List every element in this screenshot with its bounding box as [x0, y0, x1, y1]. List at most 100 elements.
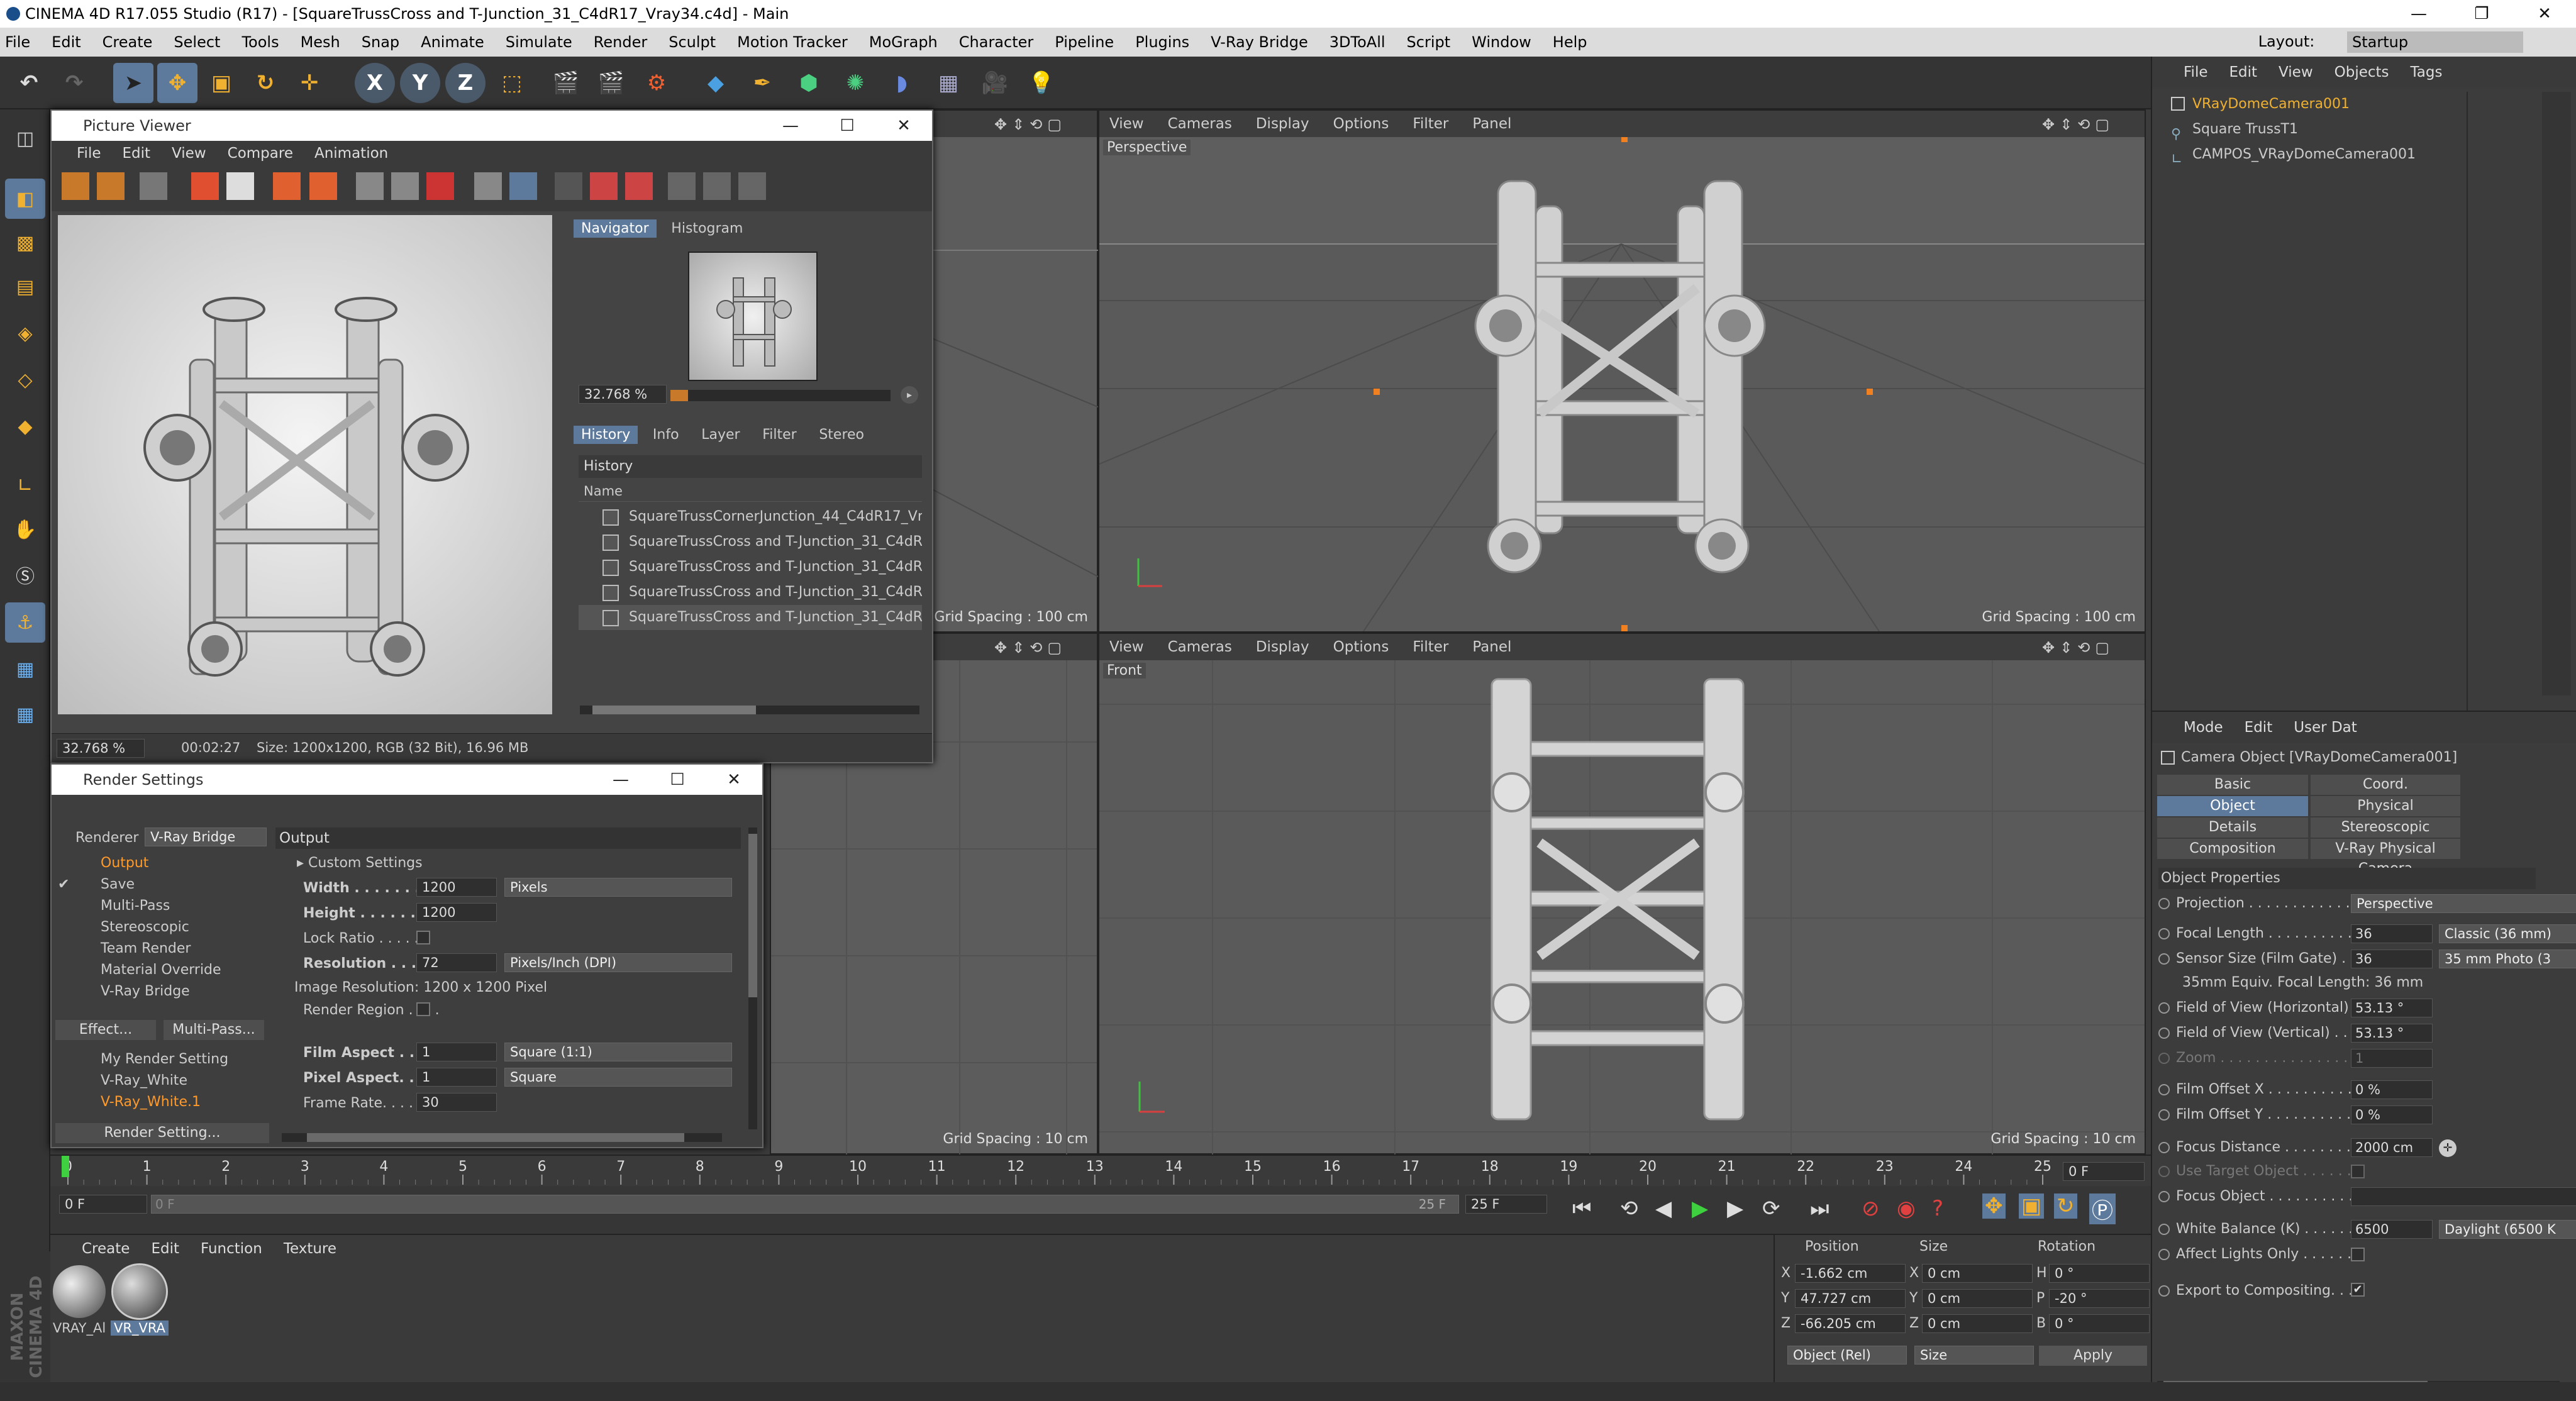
region-icon[interactable] [191, 172, 219, 200]
rs-item-vray-bridge[interactable]: V-Ray Bridge [52, 981, 272, 1002]
mm-menu-edit[interactable]: Edit [151, 1241, 179, 1257]
preset-vray-white-1[interactable]: V-Ray_White.1 [52, 1092, 272, 1113]
timeline-ruler[interactable]: 0123456789101112131415161718192021222324… [50, 1155, 2151, 1186]
rs-scrollbar[interactable] [282, 1133, 722, 1142]
vp-front-menu-view[interactable]: View [1109, 639, 1144, 655]
pick-icon[interactable]: ✛ [2439, 1139, 2457, 1157]
prev-frame-icon[interactable]: ◀ [1655, 1196, 1672, 1221]
vp-menu-options[interactable]: Options [1333, 116, 1389, 132]
next-frame-icon[interactable]: ▶ [1727, 1196, 1743, 1221]
pv-menu-file[interactable]: File [77, 145, 101, 162]
rs-vscrollbar-thumb[interactable] [748, 834, 757, 997]
tab-navigator[interactable]: Navigator [574, 219, 657, 238]
paste-icon[interactable] [309, 172, 337, 200]
position-x-field[interactable]: -1.662 cm [1795, 1264, 1906, 1283]
resolution-units-dropdown[interactable]: Pixels/Inch (DPI) [504, 953, 732, 972]
tab-histogram[interactable]: Histogram [663, 219, 750, 238]
camera-icon[interactable]: 🎥 [975, 63, 1015, 103]
picture-viewer-titlebar[interactable]: Picture Viewer — ☐ ✕ [52, 111, 932, 141]
render-region-checkbox[interactable] [416, 1002, 430, 1016]
rotation-p-field[interactable]: -20 ° [2049, 1289, 2150, 1308]
units-dropdown[interactable]: Pixels [504, 878, 732, 897]
keyframe-dot[interactable] [2158, 953, 2170, 965]
channel-icon[interactable] [474, 172, 502, 200]
focus-distance-field[interactable]: 2000 cm [2351, 1138, 2433, 1157]
menu-character[interactable]: Character [959, 33, 1034, 51]
fov-horizontal-field[interactable]: 53.13 ° [2351, 999, 2433, 1017]
ab-icon[interactable] [555, 172, 582, 200]
pv-maximize-button[interactable]: ☐ [819, 111, 875, 141]
nav-icons[interactable]: ✥⇕⟲▢ [2042, 639, 2114, 656]
render-picture-viewer-icon[interactable]: 🎬 [591, 63, 631, 103]
height-field[interactable]: 1200 [416, 903, 497, 922]
compare-b-icon[interactable] [391, 172, 419, 200]
key-position-icon[interactable]: ✥ [1982, 1193, 2006, 1219]
white-balance-field[interactable]: 6500 [2351, 1220, 2433, 1239]
affect-lights-checkbox[interactable] [2351, 1248, 2365, 1261]
vp-front-menu-cameras[interactable]: Cameras [1168, 639, 1232, 655]
menu-3dtoall[interactable]: 3DToAll [1330, 33, 1385, 51]
menu-select[interactable]: Select [174, 33, 220, 51]
list-item[interactable]: SquareTrussCross and T-Junction_31_C4dR1… [579, 555, 922, 580]
tab-stereo[interactable]: Stereo [811, 426, 872, 444]
tab-object[interactable]: Object [2157, 796, 2308, 816]
tab-coord[interactable]: Coord. [2311, 775, 2460, 795]
undo-icon[interactable]: ↶ [9, 63, 49, 103]
workplane-grid-icon[interactable]: ▦ [5, 649, 45, 689]
layout-selector[interactable]: Layout: Startup [2258, 31, 2545, 53]
mm-menu-function[interactable]: Function [201, 1241, 262, 1257]
vp-front-menu-display[interactable]: Display [1256, 639, 1309, 655]
floor-icon[interactable]: ▦ [928, 63, 969, 103]
zoom-arrow-icon[interactable]: ▸ [901, 386, 918, 404]
viewport-perspective[interactable]: View Cameras Display Options Filter Pane… [1098, 109, 2146, 633]
projection-dropdown[interactable]: Perspective [2351, 894, 2576, 913]
go-to-end-icon[interactable]: ⏭ [1810, 1196, 1829, 1221]
texture-mode-icon[interactable]: ▩ [5, 223, 45, 263]
go-to-start-icon[interactable]: ⏮ [1572, 1196, 1592, 1221]
vp-menu-filter[interactable]: Filter [1413, 116, 1448, 132]
pv-menu-edit[interactable]: Edit [123, 145, 151, 162]
om-menu-file[interactable]: File [2184, 64, 2208, 80]
stop-icon[interactable] [226, 172, 254, 200]
keyframe-dot[interactable] [2158, 898, 2170, 909]
material-swatch[interactable] [53, 1265, 106, 1318]
sensor-size-preset[interactable]: 35 mm Photo (3 [2439, 950, 2576, 968]
menu-mograph[interactable]: MoGraph [869, 33, 938, 51]
rs-minimize-button[interactable]: — [592, 765, 649, 795]
tweak-icon[interactable]: ✋ [5, 509, 45, 550]
zoom-slider[interactable] [670, 390, 891, 401]
polygons-mode-icon[interactable]: ◆ [5, 406, 45, 446]
rotation-b-field[interactable]: 0 ° [2049, 1314, 2150, 1333]
pv-close-button[interactable]: ✕ [875, 111, 932, 141]
pixel-aspect-dropdown[interactable]: Square [504, 1068, 732, 1087]
list-item[interactable]: SquareTrussCross and T-Junction_31_C4dR1… [579, 580, 922, 605]
layout-dropdown[interactable]: Startup [2347, 31, 2523, 53]
lock-ratio-checkbox[interactable] [416, 931, 430, 944]
menu-script[interactable]: Script [1407, 33, 1451, 51]
navigator-thumbnail[interactable] [688, 252, 818, 381]
menu-tools[interactable]: Tools [242, 33, 279, 51]
rs-item-multipass[interactable]: Multi-Pass [52, 895, 272, 917]
copy-icon[interactable] [273, 172, 301, 200]
rs-item-save[interactable]: ✔ Save [52, 874, 272, 895]
rotation-h-field[interactable]: 0 ° [2049, 1264, 2150, 1283]
preset-vray-white[interactable]: V-Ray_White [52, 1070, 272, 1092]
solo-icon[interactable]: Ⓢ [5, 555, 45, 595]
sensor-size-field[interactable]: 36 [2351, 950, 2433, 968]
menu-file[interactable]: File [5, 33, 30, 51]
snap-icon[interactable]: ⚓ [5, 602, 45, 643]
rs-item-material-override[interactable]: Material Override [52, 960, 272, 981]
resolution-field[interactable]: 72 [416, 953, 497, 972]
pv-menu-compare[interactable]: Compare [228, 145, 293, 162]
select-arrow-icon[interactable]: ➤ [113, 63, 153, 103]
om-menu-tags[interactable]: Tags [2411, 64, 2443, 80]
pv-menu-animation[interactable]: Animation [314, 145, 388, 162]
rendered-image[interactable] [58, 215, 552, 714]
om-menu-objects[interactable]: Objects [2334, 64, 2389, 80]
menu-animate[interactable]: Animate [421, 33, 484, 51]
start-frame-field[interactable]: 0 F [59, 1195, 147, 1214]
menu-render[interactable]: Render [594, 33, 647, 51]
menu-sculpt[interactable]: Sculpt [669, 33, 716, 51]
export-compositing-checkbox[interactable]: ✔ [2351, 1283, 2365, 1297]
am-menu-mode[interactable]: Mode [2184, 719, 2223, 736]
